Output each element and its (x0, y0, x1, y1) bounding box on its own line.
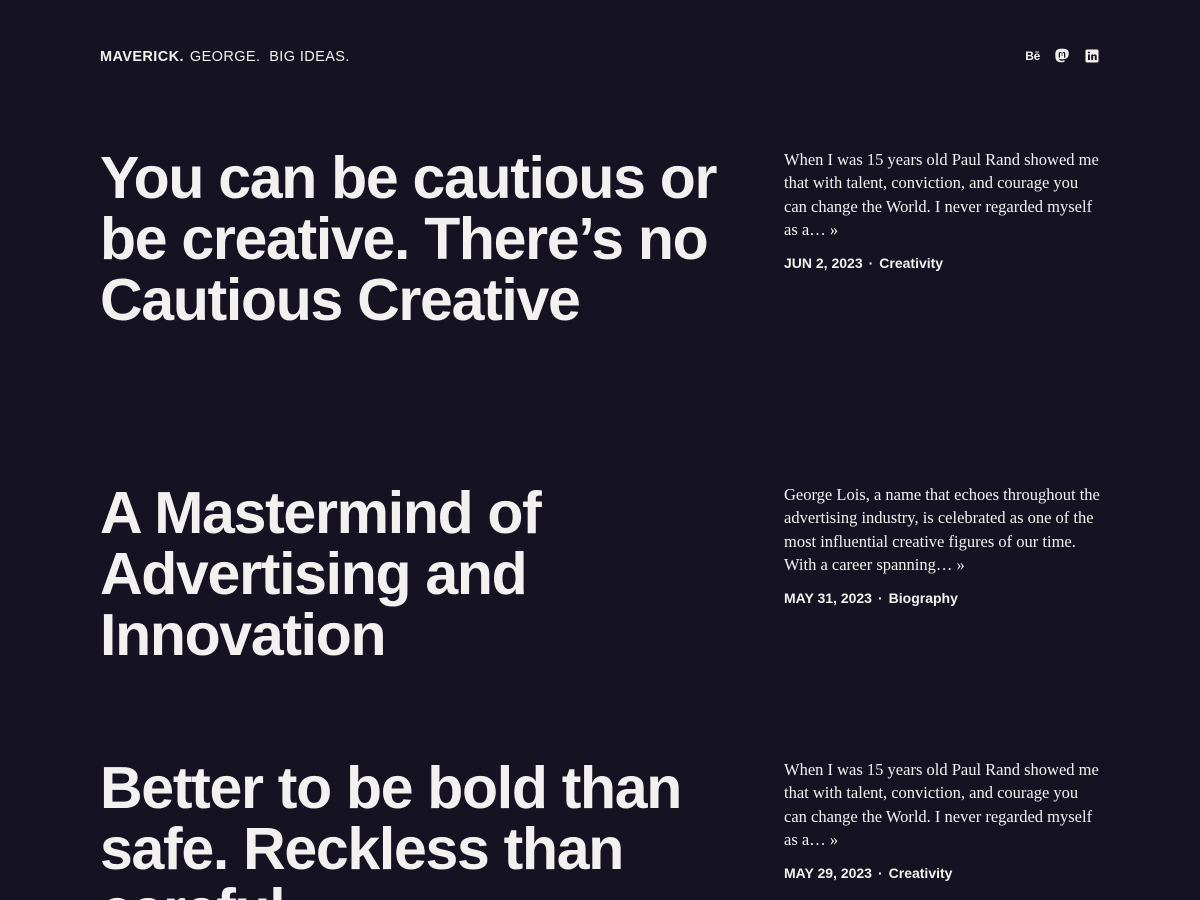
post-date[interactable]: JUN 2, 2023 (784, 255, 863, 271)
meta-separator: · (877, 589, 883, 606)
site-title[interactable]: MAVERICK. GEORGE. BIG IDEAS. (100, 49, 350, 65)
post-excerpt[interactable]: When I was 15 years old Paul Rand showed… (784, 148, 1100, 242)
site-tagline: GEORGE. BIG IDEAS. (189, 49, 350, 65)
post-title[interactable]: Better to be bold than safe. Reckless th… (100, 758, 750, 900)
behance-icon[interactable]: Bē (1025, 48, 1040, 64)
post-title[interactable]: You can be cautious or be creative. Ther… (100, 148, 750, 331)
post-excerpt[interactable]: When I was 15 years old Paul Rand showed… (784, 758, 1100, 852)
post-summary: When I was 15 years old Paul Rand showed… (784, 758, 1100, 881)
post-summary: George Lois, a name that echoes througho… (784, 483, 1100, 606)
meta-separator: · (868, 254, 874, 271)
brand-name[interactable]: MAVERICK. (100, 49, 184, 65)
post-date[interactable]: MAY 29, 2023 (784, 865, 872, 881)
post-meta: MAY 29, 2023 · Creativity (784, 865, 1100, 881)
mastodon-link[interactable] (1054, 48, 1070, 64)
post-category[interactable]: Creativity (889, 865, 953, 881)
post-summary: When I was 15 years old Paul Rand showed… (784, 148, 1100, 271)
post-date[interactable]: MAY 31, 2023 (784, 590, 872, 606)
post-meta: MAY 31, 2023 · Biography (784, 590, 1100, 606)
post-excerpt[interactable]: George Lois, a name that echoes througho… (784, 483, 1100, 577)
mastodon-icon (1055, 48, 1069, 63)
post-meta: JUN 2, 2023 · Creativity (784, 255, 1100, 271)
post-title[interactable]: A Mastermind of Advertising and Innovati… (100, 483, 750, 666)
meta-separator: · (877, 864, 883, 881)
site-header: MAVERICK. GEORGE. BIG IDEAS. Bē (100, 47, 1100, 69)
social-links: Bē (1025, 48, 1100, 64)
linkedin-icon (1085, 49, 1099, 63)
post-category[interactable]: Biography (889, 590, 958, 606)
post-category[interactable]: Creativity (879, 255, 943, 271)
linkedin-link[interactable] (1084, 48, 1100, 64)
